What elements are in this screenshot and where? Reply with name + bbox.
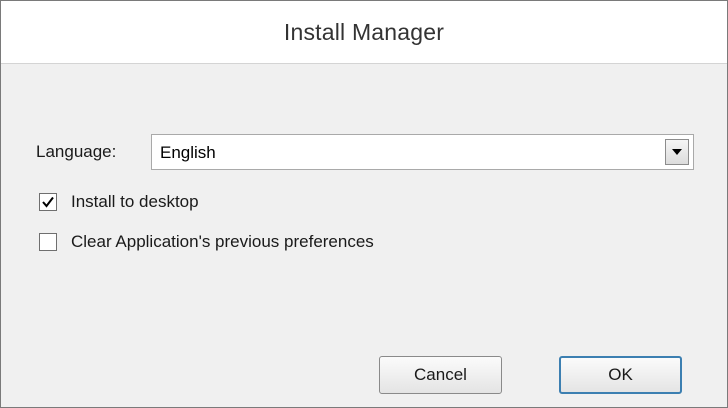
dialog-content: Language: English Install to desktop Cle… [1, 64, 727, 407]
language-select-value: English [160, 143, 216, 162]
install-desktop-checkbox[interactable] [39, 193, 57, 211]
install-desktop-label: Install to desktop [71, 192, 199, 211]
language-select[interactable]: English [151, 134, 694, 170]
clear-preferences-option[interactable]: Clear Application's previous preferences [39, 232, 374, 252]
language-dropdown-button[interactable] [665, 139, 689, 165]
install-manager-dialog: Install Manager Language: English Instal… [0, 0, 728, 408]
title-bar[interactable]: Install Manager [1, 1, 727, 64]
install-desktop-option[interactable]: Install to desktop [39, 192, 199, 212]
chevron-down-icon [672, 149, 682, 155]
language-label: Language: [36, 142, 117, 161]
clear-preferences-label: Clear Application's previous preferences [71, 232, 374, 251]
ok-button[interactable]: OK [559, 356, 682, 394]
clear-preferences-checkbox[interactable] [39, 233, 57, 251]
cancel-button[interactable]: Cancel [379, 356, 502, 394]
checkmark-icon [42, 196, 54, 208]
dialog-title: Install Manager [283, 18, 445, 45]
